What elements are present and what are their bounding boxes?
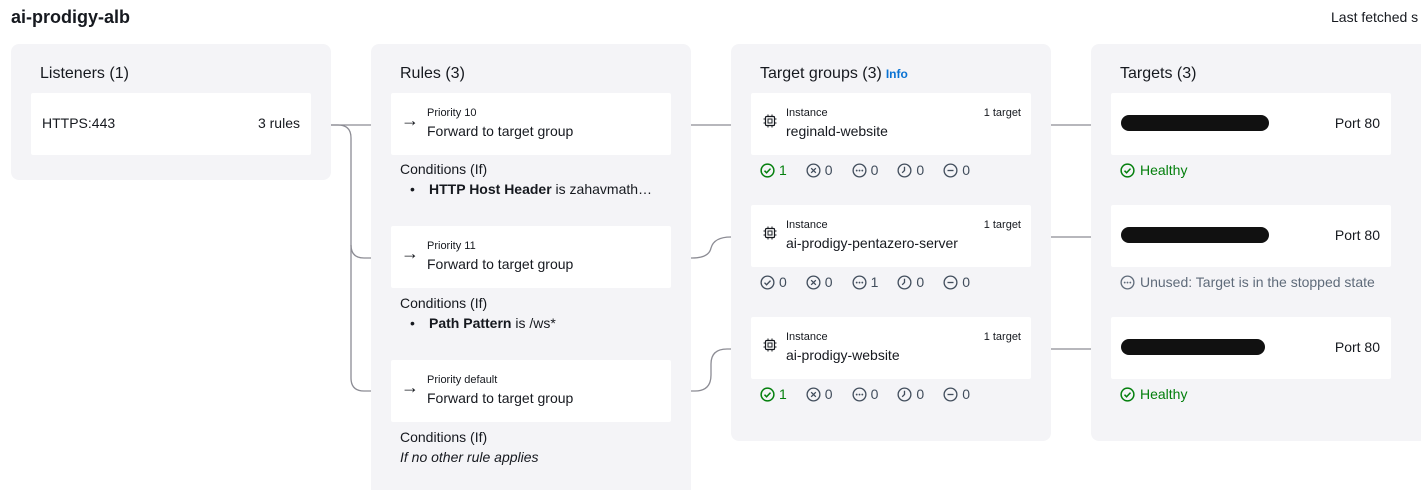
target-group-name: ai-prodigy-website bbox=[786, 347, 900, 363]
healthy-stat: 0 bbox=[760, 274, 787, 290]
unused-stat: 0 bbox=[852, 162, 878, 178]
draining-stat: 0 bbox=[897, 386, 924, 402]
ellipsis-circle-icon bbox=[852, 274, 867, 290]
targets-panel: Targets (3) Port 80 Healthy Port 80 Unus… bbox=[1091, 44, 1421, 441]
redacted-target-id bbox=[1121, 339, 1265, 355]
target-group-stats-3: 1 0 0 0 0 bbox=[760, 386, 989, 402]
unhealthy-stat: 0 bbox=[806, 386, 833, 402]
condition-item: Path Pattern is /ws* bbox=[400, 315, 556, 331]
healthy-stat: 1 bbox=[760, 386, 787, 402]
arrow-right-icon: → bbox=[401, 377, 419, 397]
chip-icon bbox=[763, 226, 777, 240]
unavailable-stat: 0 bbox=[943, 162, 970, 178]
check-circle-icon bbox=[760, 162, 775, 178]
unhealthy-stat: 0 bbox=[806, 274, 833, 290]
last-fetched-label: Last fetched s bbox=[1331, 9, 1419, 25]
rule-priority: Priority default bbox=[427, 374, 498, 386]
target-group-count: 1 target bbox=[983, 107, 1021, 119]
minus-circle-icon bbox=[943, 162, 958, 178]
healthy-stat: 1 bbox=[760, 162, 787, 178]
condition-default: If no other rule applies bbox=[400, 449, 539, 465]
listeners-title: Listeners (1) bbox=[40, 65, 129, 82]
minus-circle-icon bbox=[943, 386, 958, 402]
rule-conditions-3: Conditions (If) If no other rule applies bbox=[400, 429, 539, 465]
ellipsis-circle-icon bbox=[1120, 274, 1135, 290]
unhealthy-stat: 0 bbox=[806, 162, 833, 178]
target-status-1: Healthy bbox=[1120, 162, 1187, 178]
conditions-label: Conditions (If) bbox=[400, 429, 488, 445]
listener-protocol: HTTPS:443 bbox=[42, 115, 116, 131]
rules-panel: Rules (3) → Priority 10 Forward to targe… bbox=[371, 44, 691, 490]
target-group-card-1[interactable]: Instance 1 target reginald-website bbox=[751, 93, 1031, 155]
targets-title: Targets (3) bbox=[1120, 65, 1197, 82]
target-group-stats-2: 0 0 1 0 0 bbox=[760, 274, 989, 290]
target-groups-title: Target groups (3) Info bbox=[760, 65, 908, 82]
target-group-stats-1: 1 0 0 0 0 bbox=[760, 162, 989, 178]
target-group-type: Instance bbox=[786, 219, 828, 231]
target-group-card-3[interactable]: Instance 1 target ai-prodigy-website bbox=[751, 317, 1031, 379]
arrow-right-icon: → bbox=[401, 243, 419, 263]
target-group-name: ai-prodigy-pentazero-server bbox=[786, 235, 958, 251]
check-circle-icon bbox=[760, 274, 775, 290]
rule-conditions-2: Conditions (If) Path Pattern is /ws* bbox=[400, 295, 556, 331]
chip-icon bbox=[763, 338, 777, 352]
target-group-type: Instance bbox=[786, 107, 828, 119]
listener-rules-count: 3 rules bbox=[257, 115, 300, 131]
rule-priority: Priority 10 bbox=[427, 107, 477, 119]
info-link[interactable]: Info bbox=[886, 67, 908, 81]
unavailable-stat: 0 bbox=[943, 386, 970, 402]
target-group-type: Instance bbox=[786, 331, 828, 343]
rule-action: Forward to target group bbox=[427, 390, 574, 406]
target-card-2[interactable]: Port 80 bbox=[1111, 205, 1391, 267]
listener-card[interactable]: HTTPS:443 3 rules bbox=[31, 93, 311, 155]
rule-action: Forward to target group bbox=[427, 123, 574, 139]
rules-title: Rules (3) bbox=[400, 65, 465, 82]
unavailable-stat: 0 bbox=[943, 274, 970, 290]
target-group-name: reginald-website bbox=[786, 123, 888, 139]
arrow-right-icon: → bbox=[401, 110, 419, 130]
x-circle-icon bbox=[806, 386, 821, 402]
target-group-count: 1 target bbox=[983, 219, 1021, 231]
target-port: Port 80 bbox=[1334, 115, 1380, 131]
chip-icon bbox=[763, 114, 777, 128]
unused-stat: 1 bbox=[852, 274, 878, 290]
ellipsis-circle-icon bbox=[852, 386, 867, 402]
minus-circle-icon bbox=[943, 274, 958, 290]
rule-card-3[interactable]: → Priority default Forward to target gro… bbox=[391, 360, 671, 422]
target-port: Port 80 bbox=[1334, 227, 1380, 243]
x-circle-icon bbox=[806, 162, 821, 178]
target-groups-panel: Target groups (3) Info Instance 1 target … bbox=[731, 44, 1051, 441]
target-card-3[interactable]: Port 80 bbox=[1111, 317, 1391, 379]
redacted-target-id bbox=[1121, 115, 1269, 131]
target-status-3: Healthy bbox=[1120, 386, 1187, 402]
draining-stat: 0 bbox=[897, 274, 924, 290]
check-circle-icon bbox=[1120, 386, 1135, 402]
clock-circle-icon bbox=[897, 274, 912, 290]
listeners-panel: Listeners (1) HTTPS:443 3 rules bbox=[11, 44, 331, 180]
target-group-count: 1 target bbox=[983, 331, 1021, 343]
conditions-label: Conditions (If) bbox=[400, 161, 488, 177]
check-circle-icon bbox=[760, 386, 775, 402]
unused-stat: 0 bbox=[852, 386, 878, 402]
rule-card-2[interactable]: → Priority 11 Forward to target group bbox=[391, 226, 671, 288]
redacted-target-id bbox=[1121, 227, 1269, 243]
conditions-label: Conditions (If) bbox=[400, 295, 488, 311]
rule-card-1[interactable]: → Priority 10 Forward to target group bbox=[391, 93, 671, 155]
check-circle-icon bbox=[1120, 162, 1135, 178]
target-status-2: Unused: Target is in the stopped state bbox=[1120, 274, 1375, 290]
clock-circle-icon bbox=[897, 162, 912, 178]
target-card-1[interactable]: Port 80 bbox=[1111, 93, 1391, 155]
condition-item: HTTP Host Header is zahavmath… bbox=[400, 181, 652, 197]
draining-stat: 0 bbox=[897, 162, 924, 178]
rule-conditions-1: Conditions (If) HTTP Host Header is zaha… bbox=[400, 161, 652, 197]
clock-circle-icon bbox=[897, 386, 912, 402]
target-group-card-2[interactable]: Instance 1 target ai-prodigy-pentazero-s… bbox=[751, 205, 1031, 267]
x-circle-icon bbox=[806, 274, 821, 290]
rule-action: Forward to target group bbox=[427, 256, 574, 272]
page-title: ai-prodigy-alb bbox=[11, 7, 131, 27]
ellipsis-circle-icon bbox=[852, 162, 867, 178]
target-port: Port 80 bbox=[1334, 339, 1380, 355]
rule-priority: Priority 11 bbox=[427, 240, 476, 252]
